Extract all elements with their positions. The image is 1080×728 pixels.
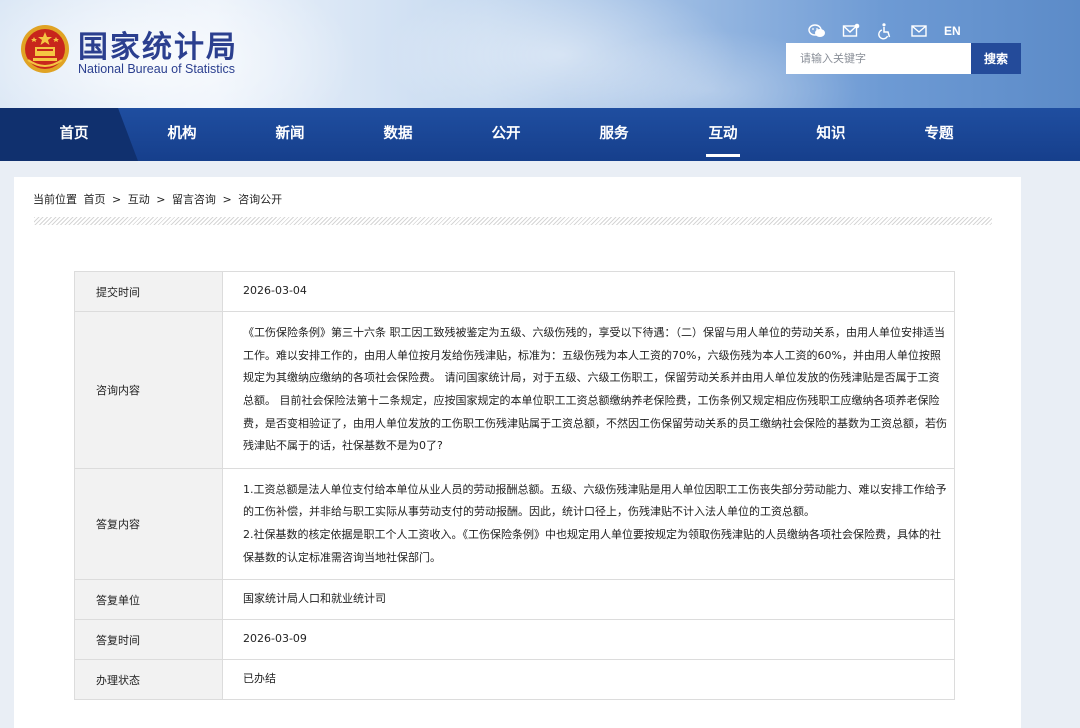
value-status: 已办结 <box>222 659 955 700</box>
nav-item-disclosure[interactable]: 公开 <box>452 108 560 161</box>
search-input[interactable] <box>786 43 972 74</box>
table-row-status: 办理状态 已办结 <box>74 659 955 700</box>
nav-item-knowledge[interactable]: 知识 <box>777 108 885 161</box>
breadcrumb-separator: > <box>156 193 166 206</box>
label-submit-time: 提交时间 <box>74 271 223 312</box>
consultation-detail-table: 提交时间 2026-03-04 咨询内容 《工伤保险条例》第三十六条 职工因工致… <box>74 271 955 700</box>
value-submit-time: 2026-03-04 <box>222 271 955 312</box>
language-switch-en[interactable]: EN <box>944 24 961 38</box>
breadcrumb-separator: > <box>112 193 122 206</box>
site-name-cn[interactable]: 国家统计局 <box>78 22 238 66</box>
breadcrumb-link-home[interactable]: 首页 <box>84 193 106 206</box>
label-answer: 答复内容 <box>74 468 223 580</box>
site-name-en[interactable]: National Bureau of Statistics <box>78 62 235 76</box>
top-icon-bar: EN <box>808 21 961 41</box>
value-reply-unit: 国家统计局人口和就业统计司 <box>222 579 955 620</box>
breadcrumb-prefix: 当前位置 <box>33 193 77 206</box>
breadcrumb-link-consultation[interactable]: 留言咨询 <box>172 193 216 206</box>
nav-item-data[interactable]: 数据 <box>344 108 452 161</box>
answer-paragraph-1: 1.工资总额是法人单位支付给本单位从业人员的劳动报酬总额。五级、六级伤残津贴是用… <box>243 482 947 519</box>
nav-item-organization[interactable]: 机构 <box>128 108 236 161</box>
site-header: 国家统计局 National Bureau of Statistics EN 搜… <box>0 0 1080 112</box>
nav-item-service[interactable]: 服务 <box>560 108 668 161</box>
value-question: 《工伤保险条例》第三十六条 职工因工致残被鉴定为五级、六级伤残的，享受以下待遇：… <box>222 311 955 469</box>
table-row-submit-time: 提交时间 2026-03-04 <box>74 271 955 312</box>
main-nav: 首页 机构 新闻 数据 公开 服务 互动 知识 专题 <box>0 108 1080 161</box>
breadcrumb: 当前位置 首页 > 互动 > 留言咨询 > 咨询公开 <box>33 191 285 207</box>
nav-item-news[interactable]: 新闻 <box>236 108 344 161</box>
answer-paragraph-2: 2.社保基数的核定依据是职工个人工资收入。《工伤保险条例》中也规定用人单位要按规… <box>243 528 941 564</box>
table-row-answer: 答复内容 1.工资总额是法人单位支付给本单位从业人员的劳动报酬总额。五级、六级伤… <box>74 468 955 580</box>
accessibility-icon[interactable] <box>876 22 894 40</box>
nav-item-interaction[interactable]: 互动 <box>669 108 777 161</box>
label-reply-unit: 答复单位 <box>74 579 223 620</box>
table-row-reply-unit: 答复单位 国家统计局人口和就业统计司 <box>74 579 955 620</box>
mail-icon[interactable] <box>842 22 860 40</box>
label-status: 办理状态 <box>74 659 223 700</box>
breadcrumb-current[interactable]: 咨询公开 <box>238 193 282 206</box>
national-emblem-icon[interactable] <box>20 24 70 74</box>
hatched-divider <box>34 217 992 225</box>
value-answer: 1.工资总额是法人单位支付给本单位从业人员的劳动报酬总额。五级、六级伤残津贴是用… <box>222 468 955 580</box>
wechat-icon[interactable] <box>808 22 826 40</box>
table-row-reply-time: 答复时间 2026-03-09 <box>74 619 955 660</box>
table-row-question: 咨询内容 《工伤保险条例》第三十六条 职工因工致残被鉴定为五级、六级伤残的，享受… <box>74 311 955 469</box>
main-content: 当前位置 首页 > 互动 > 留言咨询 > 咨询公开 提交时间 2026-03-… <box>14 177 1021 728</box>
search-button[interactable]: 搜索 <box>971 43 1021 74</box>
label-question: 咨询内容 <box>74 311 223 469</box>
breadcrumb-link-interaction[interactable]: 互动 <box>128 193 150 206</box>
label-reply-time: 答复时间 <box>74 619 223 660</box>
value-reply-time: 2026-03-09 <box>222 619 955 660</box>
nav-item-home[interactable]: 首页 <box>20 108 128 161</box>
breadcrumb-separator: > <box>222 193 232 206</box>
letter-icon[interactable] <box>910 22 928 40</box>
nav-item-topics[interactable]: 专题 <box>885 108 993 161</box>
